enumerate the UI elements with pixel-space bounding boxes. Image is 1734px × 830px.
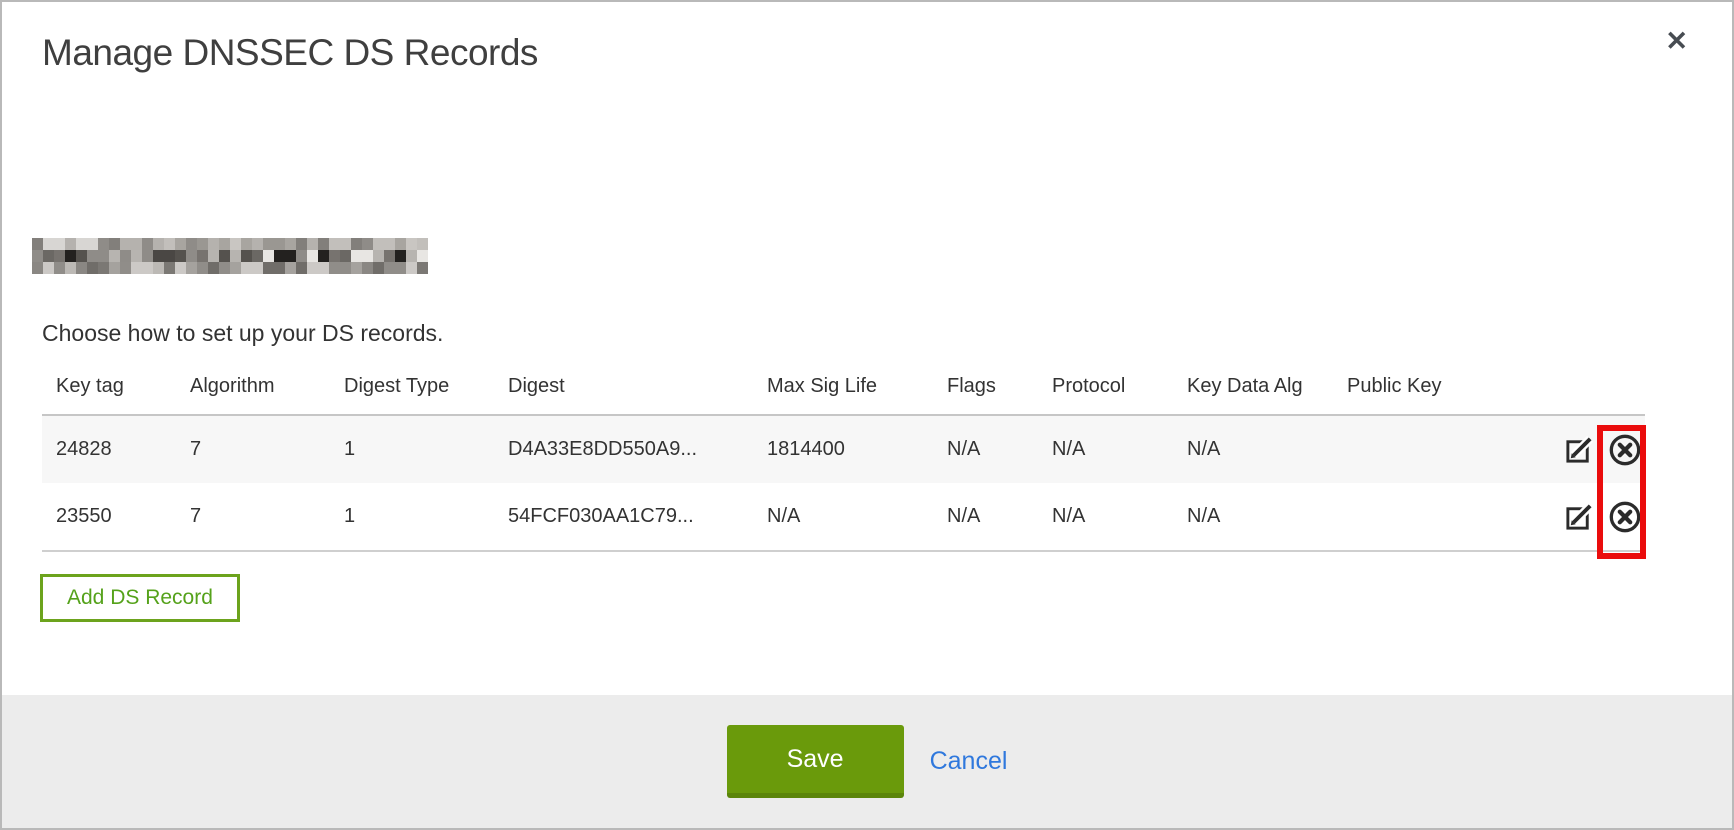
col-header-digest-type: Digest Type [330,375,494,415]
table-row: 23550 7 1 54FCF030AA1C79... N/A N/A N/A … [42,483,1645,551]
table-row: 24828 7 1 D4A33E8DD550A9... 1814400 N/A … [42,415,1645,483]
edit-record-icon[interactable] [1564,434,1595,465]
cell-digest-type: 1 [330,415,494,483]
manage-dnssec-dialog: Manage DNSSEC DS Records ✕ Choose how to… [0,0,1734,830]
save-button[interactable]: Save [727,725,904,798]
cell-protocol: N/A [1038,415,1173,483]
cell-key-tag: 24828 [42,415,176,483]
cell-key-data-alg: N/A [1173,483,1333,551]
ds-records-table: Key tag Algorithm Digest Type Digest Max… [42,375,1645,552]
redacted-domain-name [32,238,428,274]
cell-flags: N/A [933,415,1038,483]
col-header-algorithm: Algorithm [176,375,330,415]
cell-digest: 54FCF030AA1C79... [494,483,753,551]
cell-digest: D4A33E8DD550A9... [494,415,753,483]
col-header-max-sig-life: Max Sig Life [753,375,933,415]
page-title: Manage DNSSEC DS Records [42,32,538,74]
col-header-key-tag: Key tag [42,375,176,415]
table-header-row: Key tag Algorithm Digest Type Digest Max… [42,375,1645,415]
edit-record-icon[interactable] [1564,501,1595,532]
col-header-digest: Digest [494,375,753,415]
cell-public-key [1333,415,1543,483]
cell-digest-type: 1 [330,483,494,551]
cell-max-sig-life: 1814400 [753,415,933,483]
col-header-flags: Flags [933,375,1038,415]
close-icon[interactable]: ✕ [1661,24,1692,59]
add-ds-record-button[interactable]: Add DS Record [40,574,240,622]
cell-protocol: N/A [1038,483,1173,551]
cell-algorithm: 7 [176,483,330,551]
col-header-actions [1543,375,1645,415]
cell-algorithm: 7 [176,415,330,483]
cell-key-tag: 23550 [42,483,176,551]
delete-record-icon[interactable] [1608,433,1642,467]
cell-public-key [1333,483,1543,551]
instruction-text: Choose how to set up your DS records. [42,320,443,347]
cancel-button[interactable]: Cancel [930,747,1008,776]
dialog-footer: Save Cancel [2,695,1732,828]
col-header-protocol: Protocol [1038,375,1173,415]
col-header-public-key: Public Key [1333,375,1543,415]
cell-flags: N/A [933,483,1038,551]
cell-key-data-alg: N/A [1173,415,1333,483]
cell-max-sig-life: N/A [753,483,933,551]
cell-actions [1543,483,1645,551]
delete-record-icon[interactable] [1608,500,1642,534]
col-header-key-data-alg: Key Data Alg [1173,375,1333,415]
cell-actions [1543,415,1645,483]
